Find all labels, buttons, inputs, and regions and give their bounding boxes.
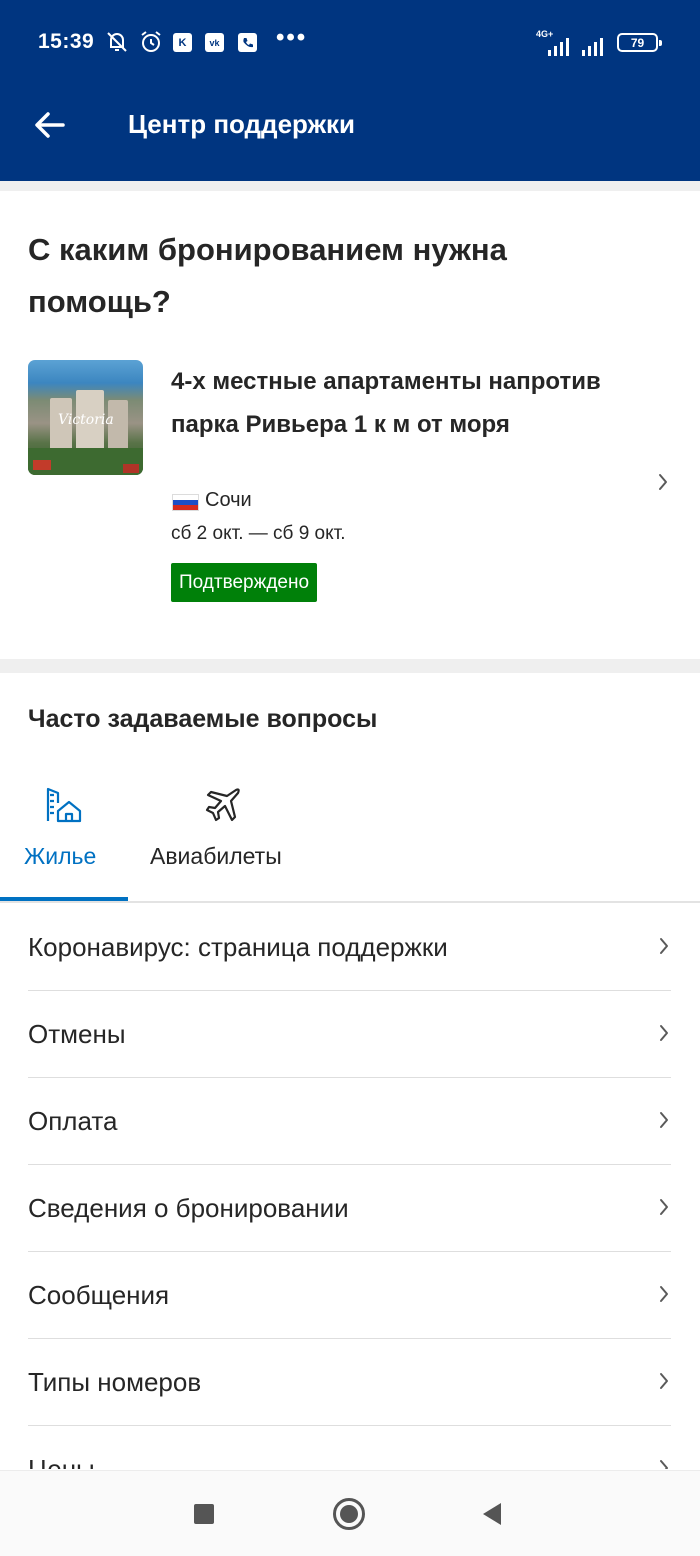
airplane-icon (203, 785, 243, 830)
home-circle-icon[interactable] (329, 1494, 369, 1534)
property-name: 4-х местные апартаменты напротив парка Р… (171, 368, 601, 438)
booking-question-heading: С каким бронированием нужна помощь? (28, 232, 507, 319)
signal-strength-2-icon (580, 32, 608, 60)
tab-flights-label: Авиабилеты (150, 843, 282, 869)
more-notifications-icon: ••• (276, 24, 308, 51)
chevron-right-icon (657, 1283, 671, 1305)
property-photo: Victoria (28, 360, 143, 475)
active-tab-indicator (0, 897, 128, 901)
faq-item-prices[interactable]: Цены (28, 1426, 671, 1469)
muted-bell-icon (104, 28, 130, 56)
section-divider (0, 659, 700, 673)
faq-item-label: Цены (28, 1454, 95, 1469)
faq-item-messages[interactable]: Сообщения (28, 1252, 671, 1339)
house-building-icon (44, 785, 84, 830)
app-bar: 15:39 K vk ••• 4G+ 79 Центр поддержки (0, 0, 700, 181)
faq-tabs: Жилье Авиабилеты (0, 775, 700, 903)
signal-strength-icon (546, 32, 574, 60)
page-title: Центр поддержки (128, 109, 355, 139)
faq-item-booking-details[interactable]: Сведения о бронировании (28, 1165, 671, 1252)
chevron-right-icon (657, 1196, 671, 1218)
chevron-right-icon (657, 935, 671, 957)
vk-app-icon: vk (205, 33, 224, 52)
chevron-right-icon (657, 1370, 671, 1392)
faq-item-cancellations[interactable]: Отмены (28, 991, 671, 1078)
recents-square-icon[interactable] (184, 1494, 224, 1534)
arrow-left-icon (35, 112, 65, 138)
booking-dates: сб 2 окт. — сб 9 окт. (171, 523, 346, 544)
faq-item-label: Оплата (28, 1106, 118, 1136)
tab-housing[interactable]: Жилье (0, 775, 128, 903)
faq-item-label: Сведения о бронировании (28, 1193, 349, 1223)
chevron-right-icon (657, 1109, 671, 1131)
chevron-right-icon (657, 1457, 671, 1469)
tab-housing-label: Жилье (24, 843, 97, 869)
faq-heading: Часто задаваемые вопросы (28, 705, 378, 733)
faq-item-coronavirus[interactable]: Коронавирус: страница поддержки (28, 904, 671, 991)
back-triangle-icon[interactable] (472, 1494, 512, 1534)
section-divider (0, 181, 700, 191)
battery-indicator: 79 (617, 33, 662, 52)
back-button[interactable] (30, 105, 70, 145)
faq-item-payment[interactable]: Оплата (28, 1078, 671, 1165)
faq-item-label: Отмены (28, 1019, 126, 1049)
property-city: Сочи (205, 489, 252, 511)
russia-flag-icon (172, 494, 199, 511)
k-app-icon: K (173, 33, 192, 52)
property-logo: Victoria (58, 412, 114, 428)
chevron-right-icon (657, 1022, 671, 1044)
faq-list: Коронавирус: страница поддержки Отмены О… (28, 904, 671, 1469)
chevron-right-icon (656, 471, 670, 493)
booking-card[interactable]: Victoria 4-х местные апартаменты напроти… (0, 350, 700, 620)
system-nav-bar (0, 1470, 700, 1556)
tab-flights[interactable]: Авиабилеты (128, 775, 318, 903)
alarm-icon (138, 28, 164, 56)
status-badge: Подтверждено (171, 563, 318, 602)
faq-item-room-types[interactable]: Типы номеров (28, 1339, 671, 1426)
faq-item-label: Сообщения (28, 1280, 170, 1310)
status-time: 15:39 (38, 30, 95, 53)
phone-app-icon (238, 33, 257, 52)
status-bar: 15:39 K vk ••• 4G+ 79 (0, 0, 700, 86)
faq-item-label: Коронавирус: страница поддержки (28, 932, 448, 962)
faq-item-label: Типы номеров (28, 1367, 202, 1397)
